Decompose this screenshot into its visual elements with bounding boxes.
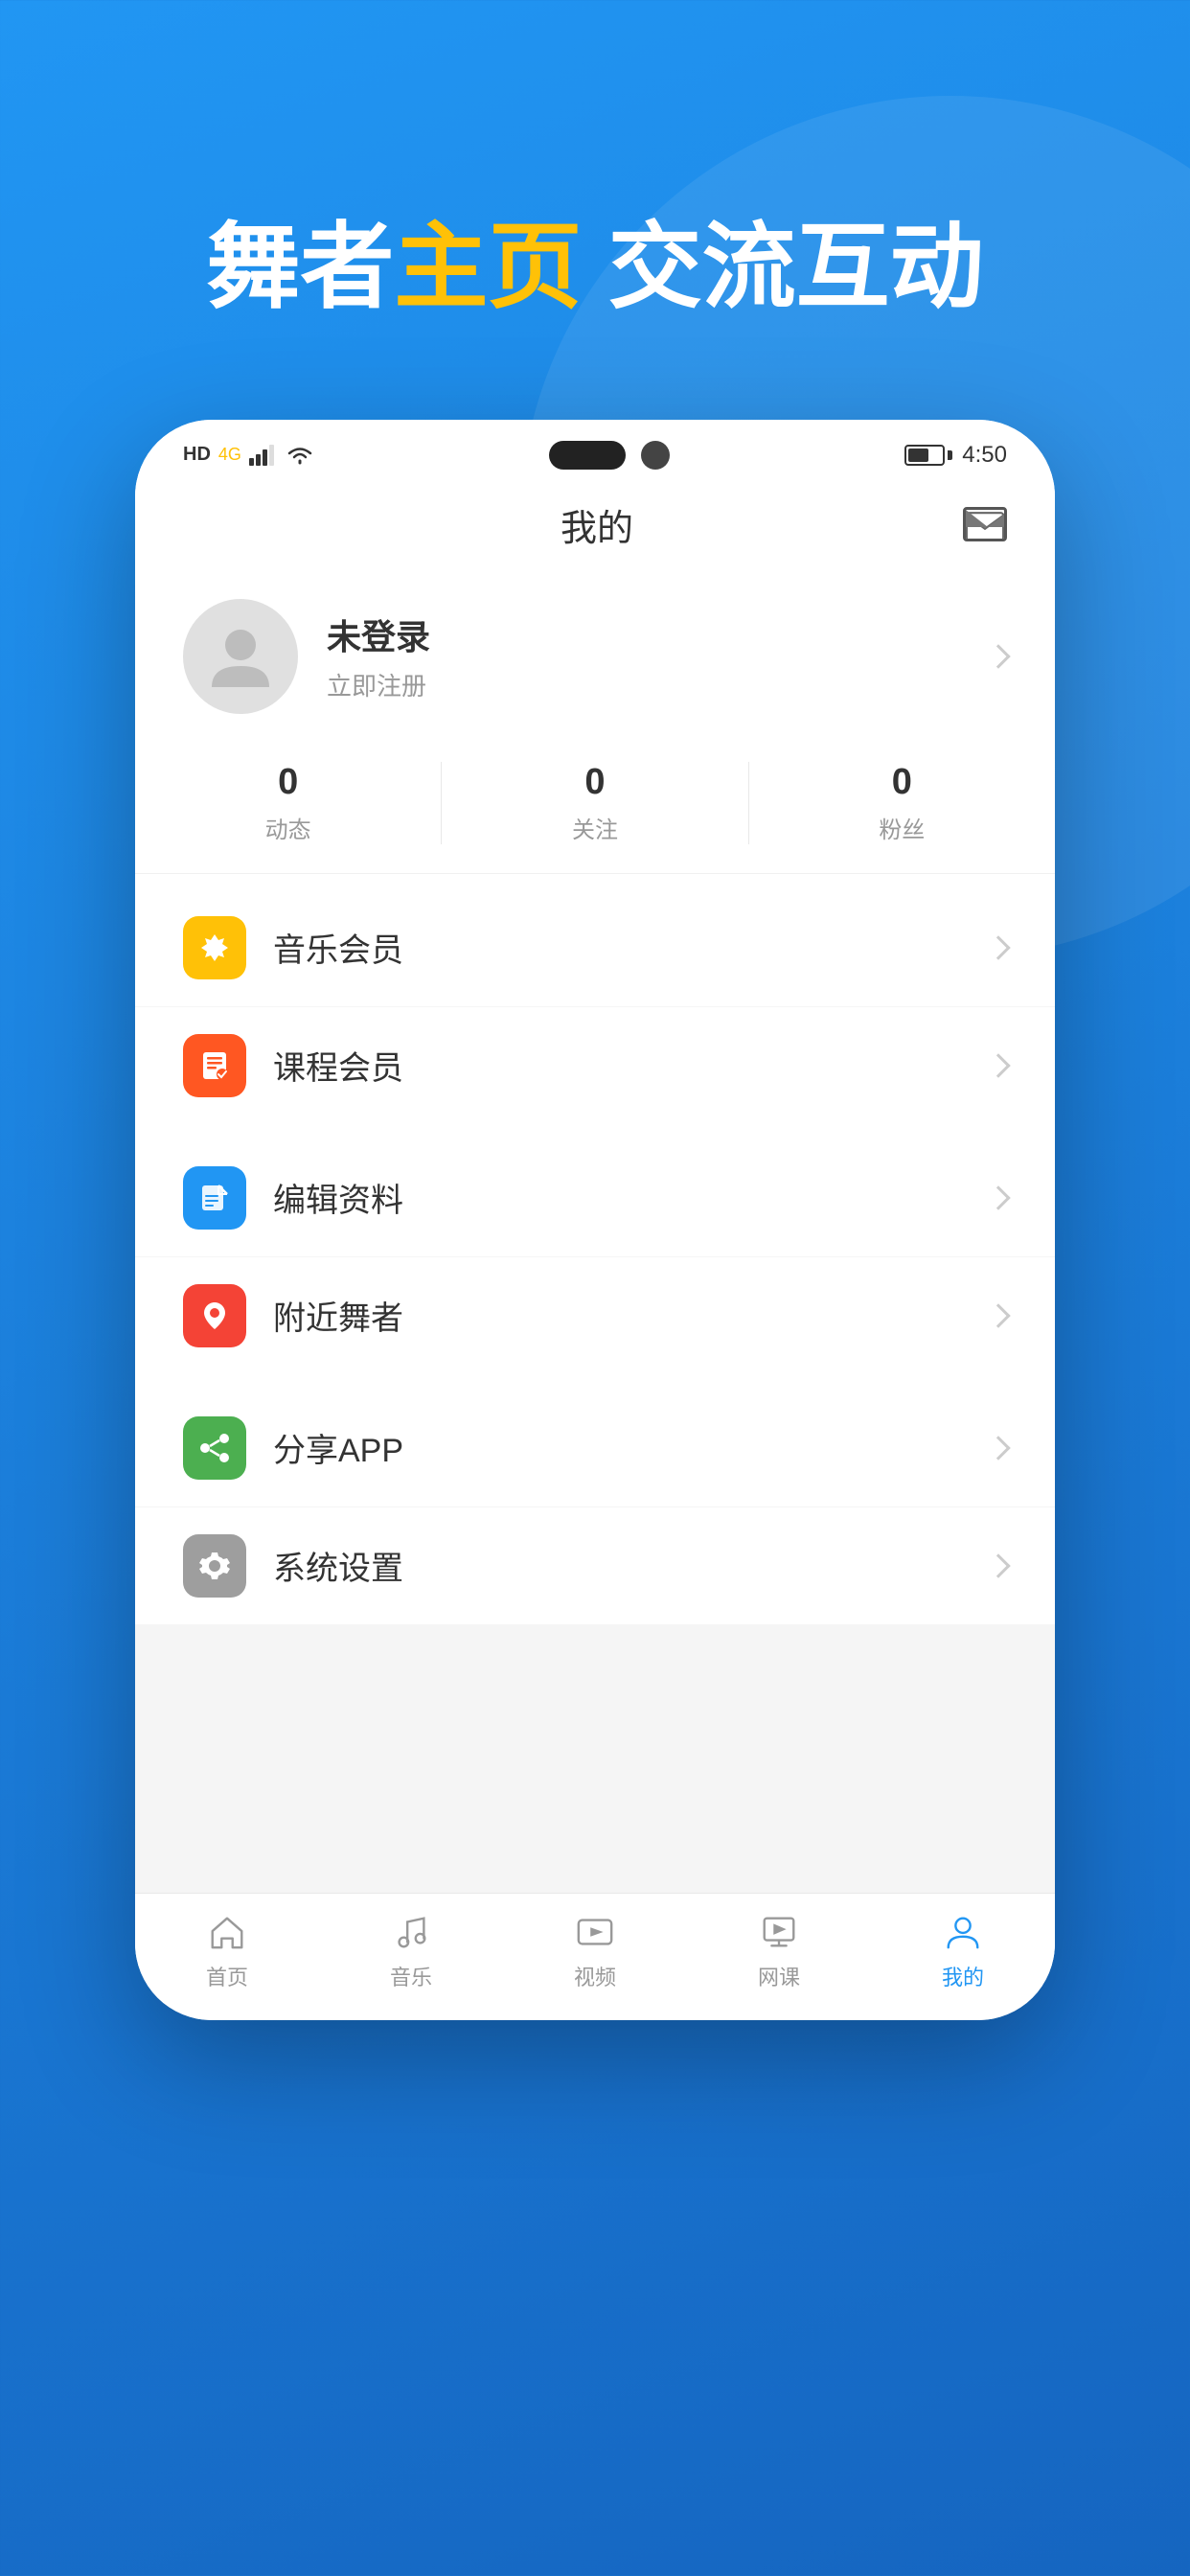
nav-item-home[interactable]: 首页 [135, 1911, 319, 1991]
hero-text-part3: 交流互动 [582, 214, 983, 319]
nav-label-online-course: 网课 [758, 1961, 800, 1991]
stat-label-posts: 动态 [265, 811, 311, 844]
wifi-icon [286, 444, 314, 467]
app-header: 我的 [135, 479, 1055, 570]
hero-title: 舞者主页 交流互动 [206, 211, 983, 324]
menu-chevron-music-icon [986, 935, 1010, 959]
home-nav-icon [202, 1911, 252, 1953]
phone-mockup: HD 4G [135, 420, 1055, 2020]
nearby-dancer-icon [183, 1284, 246, 1347]
nav-item-video[interactable]: 视频 [503, 1911, 687, 1991]
signal-bars-icon [249, 445, 278, 466]
menu-label-edit-profile: 编辑资料 [273, 1174, 963, 1221]
menu-chevron-settings-icon [986, 1553, 1010, 1577]
menu-item-system-settings[interactable]: 系统设置 [135, 1507, 1055, 1624]
notch-pill [549, 441, 626, 470]
network-type: 4G [218, 445, 241, 465]
mine-nav-icon [938, 1911, 988, 1953]
system-settings-icon [183, 1534, 246, 1598]
menu-label-nearby-dancer: 附近舞者 [273, 1292, 963, 1339]
menu-chevron-course-icon [986, 1053, 1010, 1077]
nav-label-home: 首页 [206, 1961, 248, 1991]
menu-item-music-member[interactable]: 音乐会员 [135, 889, 1055, 1007]
menu-section-membership: 音乐会员 课程会员 [135, 889, 1055, 1124]
status-center [549, 441, 670, 470]
nav-item-mine[interactable]: 我的 [871, 1911, 1055, 1991]
stat-value-fans: 0 [892, 762, 912, 803]
hero-section: 舞者主页 交流互动 [129, 211, 1060, 324]
hero-text-part2: 主页 [394, 214, 582, 319]
user-info: 未登录 立即注册 [327, 610, 961, 702]
page-title: 我的 [231, 498, 963, 551]
nav-label-video: 视频 [574, 1961, 616, 1991]
music-nav-icon [386, 1911, 436, 1953]
user-subtitle: 立即注册 [327, 667, 961, 702]
menu-chevron-edit-icon [986, 1185, 1010, 1209]
status-left: HD 4G [183, 444, 314, 467]
avatar-icon [202, 618, 279, 695]
menu-item-edit-profile[interactable]: 编辑资料 [135, 1139, 1055, 1257]
signal-text: HD [183, 444, 211, 466]
stat-item-following[interactable]: 0 关注 [442, 762, 747, 844]
course-member-icon [183, 1034, 246, 1097]
menu-chevron-nearby-icon [986, 1303, 1010, 1327]
online-course-nav-icon [754, 1911, 804, 1953]
stat-item-posts[interactable]: 0 动态 [135, 762, 441, 844]
menu-item-course-member[interactable]: 课程会员 [135, 1007, 1055, 1124]
bottom-navigation: 首页 音乐 视频 [135, 1893, 1055, 2020]
stat-item-fans[interactable]: 0 粉丝 [749, 762, 1055, 844]
nav-item-online-course[interactable]: 网课 [687, 1911, 871, 1991]
music-member-icon [183, 916, 246, 979]
user-chevron-icon [986, 644, 1010, 668]
user-name: 未登录 [327, 610, 961, 659]
avatar [183, 599, 298, 714]
menu-item-nearby-dancer[interactable]: 附近舞者 [135, 1257, 1055, 1374]
time-display: 4:50 [962, 442, 1007, 469]
edit-profile-icon [183, 1166, 246, 1230]
stat-value-posts: 0 [278, 762, 298, 803]
stat-label-fans: 粉丝 [879, 811, 925, 844]
stat-value-following: 0 [584, 762, 605, 803]
mail-button[interactable] [963, 507, 1007, 541]
video-nav-icon [570, 1911, 620, 1953]
nav-item-music[interactable]: 音乐 [319, 1911, 503, 1991]
status-right: 4:50 [904, 442, 1007, 469]
menu-label-music-member: 音乐会员 [273, 924, 963, 971]
battery-icon [904, 445, 952, 466]
nav-label-music: 音乐 [390, 1961, 432, 1991]
status-bar: HD 4G [135, 420, 1055, 479]
menu-item-share-app[interactable]: 分享APP [135, 1390, 1055, 1507]
notch-dot [641, 441, 670, 470]
stats-row: 0 动态 0 关注 0 粉丝 [135, 743, 1055, 874]
menu-chevron-share-icon [986, 1436, 1010, 1460]
menu-label-system-settings: 系统设置 [273, 1542, 963, 1589]
share-app-icon [183, 1416, 246, 1480]
hero-text-part1: 舞者 [206, 214, 394, 319]
menu-label-share-app: 分享APP [273, 1424, 963, 1471]
menu-section-other: 分享APP 系统设置 [135, 1390, 1055, 1624]
menu-label-course-member: 课程会员 [273, 1042, 963, 1089]
nav-label-mine: 我的 [942, 1961, 984, 1991]
stat-label-following: 关注 [572, 811, 618, 844]
menu-section-profile: 编辑资料 附近舞者 [135, 1139, 1055, 1374]
content-gray-area [135, 1624, 1055, 1893]
user-profile-section[interactable]: 未登录 立即注册 [135, 570, 1055, 743]
